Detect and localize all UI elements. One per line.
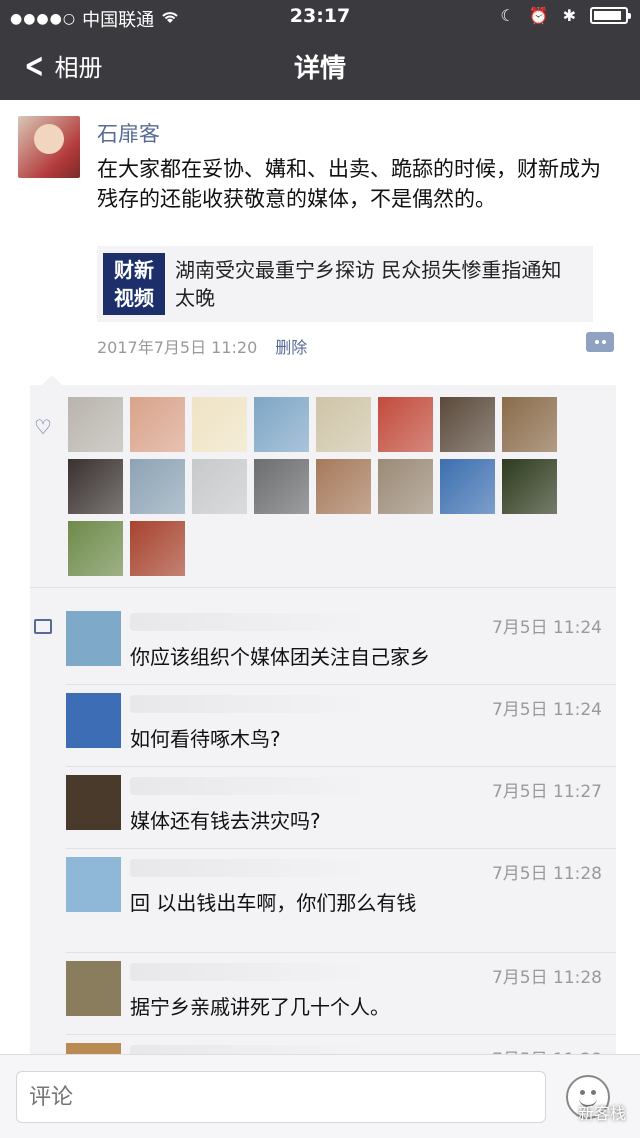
like-avatar[interactable]	[378, 459, 433, 514]
commenter-avatar[interactable]	[66, 611, 121, 666]
alarm-icon: ⏰	[528, 6, 549, 25]
commenter-name-redacted	[130, 613, 370, 631]
bluetooth-icon: ✱	[562, 6, 576, 25]
author-avatar[interactable]	[18, 116, 80, 178]
comment-time: 7月5日 11:24	[491, 700, 602, 720]
like-avatar[interactable]	[502, 459, 557, 514]
comment-time: 7月5日 11:28	[491, 864, 602, 884]
nav-bar: < 相册 详情	[0, 36, 640, 98]
comment-text: 据宁乡亲戚讲死了几十个人。	[130, 995, 390, 1019]
post-meta: 2017年7月5日 11:20 删除	[97, 334, 307, 358]
like-avatar[interactable]	[130, 521, 185, 576]
commenter-name-redacted	[130, 859, 370, 877]
like-avatar[interactable]	[316, 397, 371, 452]
comment-text: 回 以出钱出车啊，你们那么有钱	[130, 891, 417, 915]
comment-text: 如何看待啄木鸟?	[130, 727, 281, 751]
like-avatar[interactable]	[254, 459, 309, 514]
comment-time: 7月5日 11:27	[491, 782, 602, 802]
likes-avatar-grid	[68, 397, 608, 576]
more-actions-icon[interactable]	[586, 332, 614, 352]
like-avatar[interactable]	[192, 459, 247, 514]
comment-input[interactable]	[16, 1071, 546, 1123]
like-avatar[interactable]	[378, 397, 433, 452]
shared-link-card[interactable]: 财新 视频 湖南受灾最重宁乡探访 民众损失惨重指通知太晚	[97, 246, 593, 322]
thumb-text-2: 视频	[114, 286, 154, 310]
commenter-name-redacted	[130, 777, 370, 795]
like-avatar[interactable]	[254, 397, 309, 452]
link-title: 湖南受灾最重宁乡探访 民众损失惨重指通知太晚	[175, 258, 562, 310]
comment-text: 你应该组织个媒体团关注自己家乡	[130, 645, 430, 669]
moon-icon: ☾	[500, 6, 515, 25]
commenter-name-redacted	[130, 695, 370, 713]
comment-bar	[0, 1054, 640, 1138]
comment-list: 7月5日 11:24 你应该组织个媒体团关注自己家乡 7月5日 11:24 如何看待啄…	[30, 603, 616, 1117]
commenter-avatar[interactable]	[66, 775, 121, 830]
page-title: 详情	[293, 54, 346, 84]
like-avatar[interactable]	[502, 397, 557, 452]
like-avatar[interactable]	[192, 397, 247, 452]
comment-time: 7月5日 11:28	[491, 968, 602, 988]
like-avatar[interactable]	[130, 459, 185, 514]
status-bar: ●●●●○ 中国联通 23:17 ☾ ⏰ ✱	[0, 0, 640, 34]
commenter-name-redacted	[130, 963, 370, 981]
like-avatar[interactable]	[68, 521, 123, 576]
link-thumbnail: 财新 视频	[103, 253, 165, 315]
comment-item[interactable]: 7月5日 11:24 你应该组织个媒体团关注自己家乡	[66, 603, 616, 685]
heart-icon: ♡	[34, 415, 52, 439]
comment-item[interactable]: 7月5日 11:27 媒体还有钱去洪灾吗?	[66, 767, 616, 849]
like-avatar[interactable]	[316, 459, 371, 514]
like-avatar[interactable]	[440, 397, 495, 452]
comment-item[interactable]: 7月5日 11:28 回 以出钱出车啊，你们那么有钱	[66, 849, 616, 953]
divider	[30, 587, 616, 588]
post-content: 在大家都在妥协、媾和、出卖、跪舔的时候，财新成为残存的还能收获敬意的媒体，不是偶…	[97, 157, 601, 211]
post-timestamp: 2017年7月5日 11:20	[97, 338, 258, 357]
comment-item[interactable]: 7月5日 11:28 据宁乡亲戚讲死了几十个人。	[66, 953, 616, 1035]
like-avatar[interactable]	[68, 397, 123, 452]
comment-text: 媒体还有钱去洪灾吗?	[130, 809, 321, 833]
watermark: 新客栈	[577, 1104, 626, 1123]
author-name[interactable]: 石扉客	[97, 118, 160, 148]
comment-item[interactable]: 7月5日 11:24 如何看待啄木鸟?	[66, 685, 616, 767]
commenter-avatar[interactable]	[66, 961, 121, 1016]
interaction-panel: ♡ 7月5日 11:24 你应该组织个媒体团关注自己家乡 7月5日 11:24 如何看…	[30, 375, 616, 1117]
like-avatar[interactable]	[440, 459, 495, 514]
battery-icon	[590, 7, 631, 24]
commenter-avatar[interactable]	[66, 693, 121, 748]
comment-time: 7月5日 11:24	[491, 618, 602, 638]
thumb-text-1: 财新	[114, 258, 154, 282]
like-avatar[interactable]	[68, 459, 123, 514]
commenter-avatar[interactable]	[66, 857, 121, 912]
top-bar: ●●●●○ 中国联通 23:17 ☾ ⏰ ✱ < 相册 详情	[0, 0, 640, 100]
delete-link[interactable]: 删除	[275, 334, 307, 358]
like-avatar[interactable]	[130, 397, 185, 452]
